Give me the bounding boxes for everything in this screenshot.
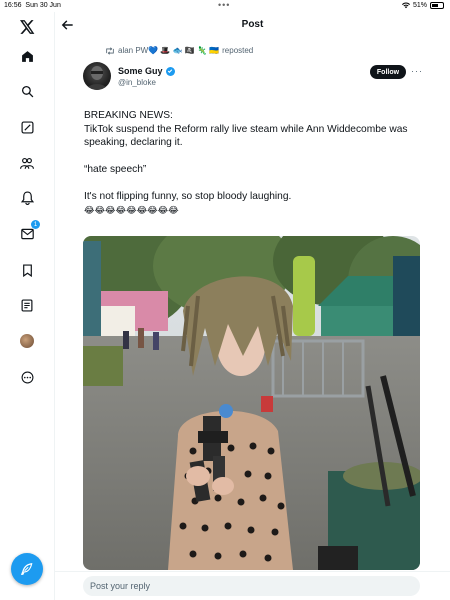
post-text-line: TikTok suspend the Reform rally live ste… xyxy=(84,123,411,149)
author-avatar[interactable] xyxy=(83,62,111,90)
status-right: 51% xyxy=(401,2,444,9)
messages-icon[interactable]: 1 xyxy=(16,220,40,245)
more-icon[interactable] xyxy=(16,366,38,388)
post-text-line: “hate speech” xyxy=(84,164,147,175)
reply-bar xyxy=(55,571,450,600)
author-handle[interactable]: @in_bloke xyxy=(118,78,156,87)
page-title: Post xyxy=(241,19,264,30)
lists-icon[interactable] xyxy=(16,294,38,316)
reply-input[interactable] xyxy=(83,576,420,596)
communities-icon[interactable] xyxy=(16,152,38,174)
compose-button[interactable] xyxy=(11,553,43,585)
messages-badge: 1 xyxy=(31,220,40,229)
post-text-line: It's not flipping funny, so stop bloody … xyxy=(84,191,292,202)
battery-icon xyxy=(430,2,444,9)
sidebar: 1 xyxy=(0,12,55,600)
profile-avatar[interactable] xyxy=(16,330,38,352)
author-name[interactable]: Some Guy xyxy=(118,66,163,76)
top-bar: Post xyxy=(55,12,450,40)
status-bar: 16:56 Sun 30 Jun ••• 51% xyxy=(0,0,450,12)
avatar xyxy=(20,334,34,348)
multitask-dots[interactable]: ••• xyxy=(218,0,230,10)
verified-badge-icon xyxy=(165,66,175,76)
post-media-image[interactable] xyxy=(83,236,420,570)
search-icon[interactable] xyxy=(16,80,38,102)
post-text: BREAKING NEWS: TikTok suspend the Reform… xyxy=(84,109,424,217)
post-more-icon[interactable]: ··· xyxy=(411,66,423,76)
x-logo-icon[interactable] xyxy=(16,16,38,38)
repost-indicator[interactable]: alan PW💙 🎩 🐟 🏴‍☠️ 🦎 🇺🇦 reposted xyxy=(105,46,253,55)
post-text-line: BREAKING NEWS: xyxy=(84,110,173,121)
status-time: 16:56 Sun 30 Jun xyxy=(4,2,61,9)
battery-percent: 51% xyxy=(412,2,427,9)
repost-by-name: alan PW💙 🎩 🐟 🏴‍☠️ 🦎 🇺🇦 xyxy=(118,46,220,55)
author-name-row[interactable]: Some Guy xyxy=(118,66,175,76)
post-emoji-row: 😂😂😂😂😂😂😂😂😂 xyxy=(84,204,179,215)
grok-icon[interactable] xyxy=(16,116,38,138)
feather-icon xyxy=(20,563,33,575)
repost-icon xyxy=(106,46,114,55)
bookmarks-icon[interactable] xyxy=(16,259,38,281)
home-icon[interactable] xyxy=(16,45,38,67)
wifi-icon xyxy=(401,2,410,9)
follow-button[interactable]: Follow xyxy=(370,65,406,79)
repost-suffix: reposted xyxy=(222,46,254,55)
notifications-icon[interactable] xyxy=(16,187,38,209)
